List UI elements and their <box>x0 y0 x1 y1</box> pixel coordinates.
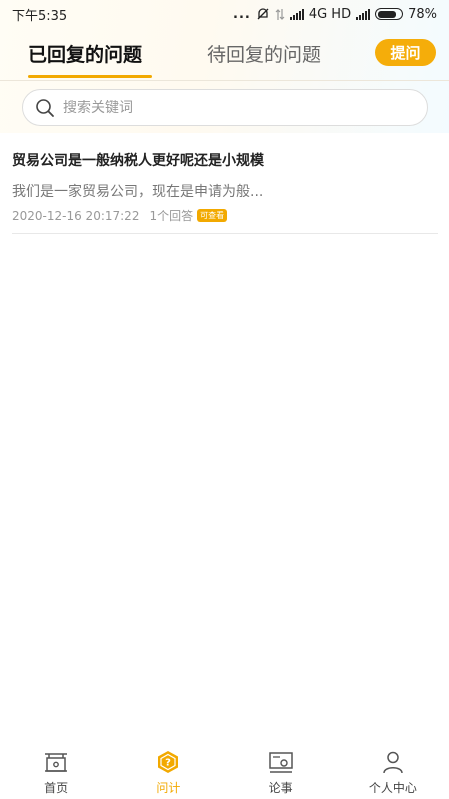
status-bar: 下午5:35 ... 4G HD 78% <box>0 0 449 28</box>
discussion-icon <box>268 752 293 773</box>
answer-count: 1个回答 <box>149 209 194 223</box>
divider <box>0 80 449 81</box>
active-tab-indicator <box>28 75 152 78</box>
battery-icon <box>375 8 404 20</box>
battery-level <box>377 10 396 18</box>
bottom-navigation: 首页 ? 问计 论事 个人中心 <box>0 743 449 799</box>
nav-item-home[interactable]: 首页 <box>0 743 112 799</box>
ask-button[interactable]: 提问 <box>375 39 436 66</box>
network-type: 4G HD <box>308 6 352 22</box>
mute-icon <box>257 8 269 20</box>
viewable-badge: 可查看 <box>197 209 228 222</box>
nav-label-home: 首页 <box>44 781 69 795</box>
search-icon <box>36 98 54 117</box>
nav-item-discuss[interactable]: 论事 <box>225 743 337 799</box>
search-input[interactable] <box>63 99 393 116</box>
tab-answered[interactable]: 已回复的问题 <box>28 40 142 67</box>
answer-info: 1个回答 可查看 <box>149 207 228 224</box>
svg-text:?: ? <box>165 758 171 769</box>
data-transfer-icon <box>275 8 285 20</box>
battery-percent: 78% <box>408 6 437 22</box>
question-icon: ? <box>158 751 179 773</box>
nav-item-ask[interactable]: ? 问计 <box>112 743 224 799</box>
signal-icon-2 <box>356 8 371 20</box>
question-tabs: 已回复的问题 待回复的问题 提问 <box>0 32 449 80</box>
more-indicators: ... <box>233 6 251 22</box>
nav-label-ask: 问计 <box>156 781 181 795</box>
question-list-item[interactable]: 贸易公司是一般纳税人更好呢还是小规模 我们是一家贸易公司，现在是申请为般... … <box>12 140 438 234</box>
tab-pending[interactable]: 待回复的问题 <box>207 40 321 67</box>
status-time: 下午5:35 <box>12 8 68 24</box>
user-icon <box>383 751 403 774</box>
search-bar[interactable] <box>22 89 428 126</box>
signal-icon <box>289 8 304 20</box>
question-snippet: 我们是一家贸易公司，现在是申请为般... <box>12 184 264 200</box>
question-title: 贸易公司是一般纳税人更好呢还是小规模 <box>12 153 264 169</box>
question-datetime: 2020-12-16 20:17:22 <box>12 208 140 223</box>
question-meta: 2020-12-16 20:17:22 1个回答 可查看 <box>12 207 228 224</box>
status-indicators: ... 4G HD 78% <box>233 7 437 22</box>
nav-label-profile: 个人中心 <box>368 781 417 795</box>
nav-label-discuss: 论事 <box>268 781 293 795</box>
nav-item-profile[interactable]: 个人中心 <box>337 743 449 799</box>
home-icon <box>45 753 68 772</box>
